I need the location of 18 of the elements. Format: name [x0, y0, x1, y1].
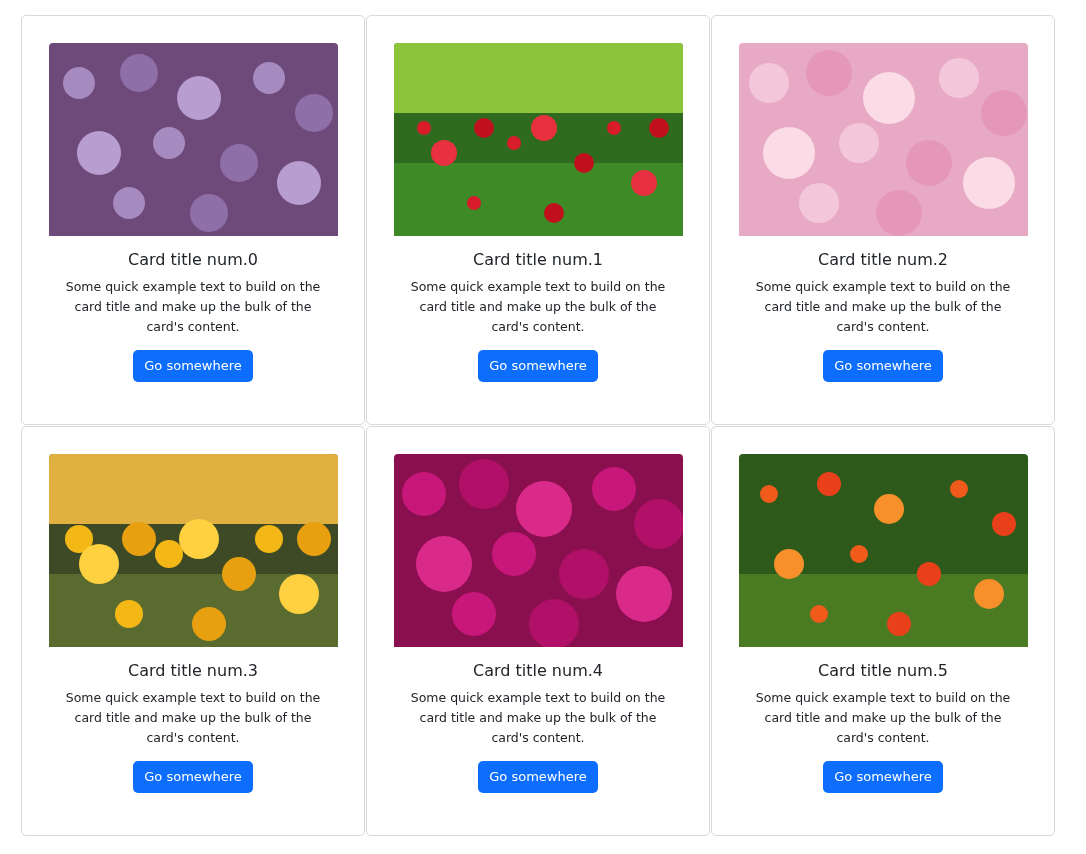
card-title: Card title num.1 — [473, 250, 603, 270]
go-somewhere-button[interactable]: Go somewhere — [478, 350, 598, 382]
go-somewhere-button[interactable]: Go somewhere — [133, 350, 253, 382]
card-text: Some quick example text to build on the card title and make up the bulk of the card's content. — [410, 278, 666, 336]
card-text: Some quick example text to build on the card title and make up the bulk of the card's content. — [65, 689, 321, 747]
card-text: Some quick example text to build on the card title and make up the bulk of the card's content. — [410, 689, 666, 747]
go-somewhere-button[interactable]: Go somewhere — [823, 761, 943, 793]
card-title: Card title num.0 — [128, 250, 258, 270]
card-title: Card title num.2 — [818, 250, 948, 270]
card-text: Some quick example text to build on the card title and make up the bulk of the card's content. — [755, 689, 1011, 747]
card-title: Card title num.4 — [473, 661, 603, 681]
card-text: Some quick example text to build on the card title and make up the bulk of the card's content. — [65, 278, 321, 336]
go-somewhere-button[interactable]: Go somewhere — [823, 350, 943, 382]
go-somewhere-button[interactable]: Go somewhere — [133, 761, 253, 793]
card-text: Some quick example text to build on the card title and make up the bulk of the card's content. — [755, 278, 1011, 336]
card-title: Card title num.5 — [818, 661, 948, 681]
go-somewhere-button[interactable]: Go somewhere — [478, 761, 598, 793]
card-title: Card title num.3 — [128, 661, 258, 681]
